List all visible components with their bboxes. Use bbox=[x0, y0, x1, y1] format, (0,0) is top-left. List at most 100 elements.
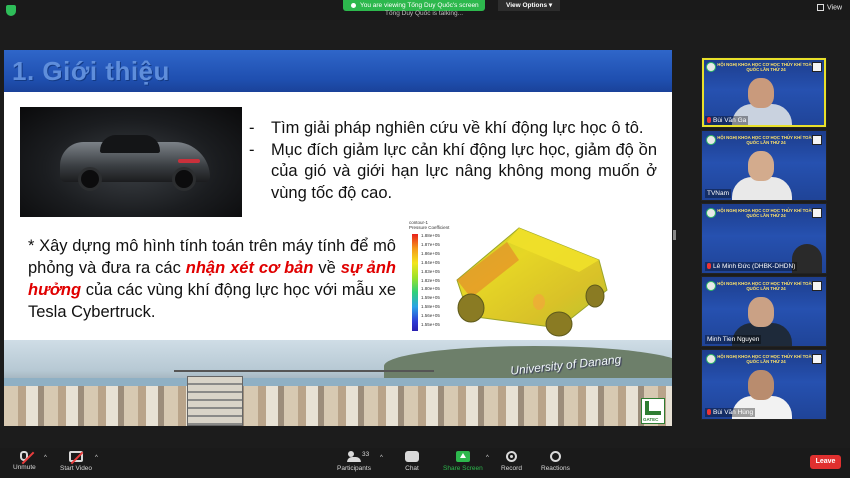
participant-name-text: Lê Minh Đức (DHBK-DHDN) bbox=[713, 263, 796, 270]
muted-mic-icon bbox=[707, 409, 711, 416]
record-icon bbox=[505, 451, 517, 462]
banner-text: HỘI NGHỊ KHOA HỌC CƠ HỌC THỦY KHÍ TOÀN Q… bbox=[717, 281, 815, 291]
participants-icon: 33 bbox=[346, 451, 369, 462]
participants-options-chevron-icon[interactable]: ^ bbox=[380, 455, 383, 461]
participant-head bbox=[748, 78, 774, 108]
conference-logo-icon bbox=[706, 281, 716, 291]
unmute-button[interactable]: Unmute bbox=[13, 451, 36, 471]
shared-screen-slide: 1. Giới thiệu - Tìm giải pháp nghiên cứu … bbox=[4, 50, 672, 426]
participant-tile[interactable]: HỘI NGHỊ KHOA HỌC CƠ HỌC THỦY KHÍ TOÀN Q… bbox=[701, 57, 827, 128]
university-logo-icon bbox=[812, 354, 822, 364]
participants-count: 33 bbox=[361, 451, 370, 458]
panel-resize-handle[interactable] bbox=[673, 230, 676, 240]
grid-view-icon bbox=[817, 4, 824, 11]
participant-head bbox=[748, 370, 774, 400]
security-shield-icon[interactable] bbox=[6, 5, 16, 16]
participant-tile[interactable]: HỘI NGHỊ KHOA HỌC CƠ HỌC THỦY KHÍ TOÀN Q… bbox=[701, 349, 827, 420]
bullet-item: - Mục đích giảm lực cản khí động lực học,… bbox=[249, 140, 657, 205]
view-button[interactable]: View bbox=[817, 4, 842, 11]
bullet-text: Tìm giải pháp nghiên cứu về khí động lực… bbox=[271, 119, 644, 137]
video-slash-icon bbox=[70, 451, 84, 465]
view-label: View bbox=[827, 4, 843, 12]
participants-label: Participants bbox=[337, 465, 371, 472]
start-video-label: Start Video bbox=[60, 465, 93, 472]
participant-head bbox=[748, 151, 774, 181]
participant-name: Lê Minh Đức (DHBK-DHDN) bbox=[705, 262, 798, 271]
audio-options-chevron-icon[interactable]: ^ bbox=[44, 455, 47, 461]
share-options-chevron-icon[interactable]: ^ bbox=[486, 455, 489, 461]
slide-header: 1. Giới thiệu bbox=[4, 50, 672, 92]
participant-name: Bùi Văn Hùng bbox=[705, 408, 756, 417]
participant-name: TVNam bbox=[705, 189, 732, 198]
participant-name-text: Minh Tien Nguyen bbox=[707, 336, 760, 343]
viewing-text: You are viewing Tống Duy Quốc's screen bbox=[360, 2, 479, 9]
participant-name-text: TVNam bbox=[707, 190, 730, 197]
bridge-shape bbox=[174, 370, 434, 372]
banner-text: HỘI NGHỊ KHOA HỌC CƠ HỌC THỦY KHÍ TOÀN Q… bbox=[717, 208, 815, 218]
chat-label: Chat bbox=[405, 465, 419, 472]
share-screen-label: Share Screen bbox=[443, 465, 483, 472]
banner-text: HỘI NGHỊ KHOA HỌC CƠ HỌC THỦY KHÍ TOÀN Q… bbox=[717, 62, 815, 72]
video-options-chevron-icon[interactable]: ^ bbox=[95, 455, 98, 461]
reactions-smiley-icon bbox=[549, 451, 561, 462]
share-screen-icon bbox=[455, 451, 470, 462]
car-photo bbox=[20, 107, 242, 217]
buildings-shape bbox=[4, 386, 672, 426]
zoom-meeting-window: You are viewing Tống Duy Quốc's screen V… bbox=[0, 0, 850, 478]
car-rear-wheel bbox=[172, 167, 196, 191]
participant-tile[interactable]: HỘI NGHỊ KHOA HỌC CƠ HỌC THỦY KHÍ TOÀN Q… bbox=[701, 203, 827, 274]
status-dot-icon bbox=[351, 2, 356, 8]
chat-button[interactable]: Chat bbox=[405, 451, 419, 472]
conference-logo-icon bbox=[706, 208, 716, 218]
gatec-logo-text: GATEC bbox=[643, 417, 659, 422]
participants-button[interactable]: 33 Participants bbox=[337, 451, 371, 472]
top-bar: You are viewing Tống Duy Quốc's screen V… bbox=[0, 0, 850, 20]
car-front-wheel bbox=[78, 167, 102, 191]
view-options-button[interactable]: View Options ▾ bbox=[498, 0, 561, 11]
record-label: Record bbox=[501, 465, 522, 472]
university-logo-icon bbox=[812, 281, 822, 291]
car-window-shape bbox=[100, 135, 160, 153]
bullet-item: - Tìm giải pháp nghiên cứu về khí động lự… bbox=[249, 118, 657, 140]
bullet-list: - Tìm giải pháp nghiên cứu về khí động lự… bbox=[249, 118, 657, 204]
conference-logo-icon bbox=[706, 354, 716, 364]
tower-building bbox=[187, 376, 243, 426]
view-options-label: View Options bbox=[506, 2, 548, 9]
reactions-label: Reactions bbox=[541, 465, 570, 472]
paragraph-text: của các vùng khí động lực học với mẫu xe… bbox=[28, 281, 396, 321]
city-panorama-footer: University of Danang bbox=[4, 340, 672, 426]
conference-logo-icon bbox=[706, 62, 716, 72]
microphone-muted-icon bbox=[20, 451, 35, 465]
record-button[interactable]: Record bbox=[501, 451, 522, 472]
gatec-logo: GATEC bbox=[641, 398, 665, 424]
muted-mic-icon bbox=[707, 263, 711, 270]
participant-name: Minh Tien Nguyen bbox=[705, 335, 762, 344]
participant-name: Bùi Văn Ga bbox=[705, 116, 749, 125]
cfd-pressure-contour: contour-1 Pressure Coefficient 1.88e+05 1… bbox=[409, 220, 614, 340]
bullet-text: Mục đích giảm lực cản khí động lực học, … bbox=[271, 140, 657, 202]
participant-video bbox=[730, 149, 794, 200]
unmute-label: Unmute bbox=[13, 464, 36, 471]
emphasis-text: nhận xét cơ bản bbox=[185, 259, 314, 277]
slide-title: 1. Giới thiệu bbox=[12, 56, 170, 86]
participant-head bbox=[748, 297, 774, 327]
banner-text: HỘI NGHỊ KHOA HỌC CƠ HỌC THỦY KHÍ TOÀN Q… bbox=[717, 354, 815, 364]
start-video-button[interactable]: Start Video bbox=[60, 451, 92, 472]
paragraph-text: về bbox=[313, 259, 341, 277]
share-screen-button[interactable]: Share Screen bbox=[443, 451, 483, 472]
car-tail-light bbox=[178, 159, 200, 163]
banner-text: HỘI NGHỊ KHOA HỌC CƠ HỌC THỦY KHÍ TOÀN Q… bbox=[717, 135, 815, 145]
bullet-marker: - bbox=[249, 140, 255, 159]
university-logo-icon bbox=[812, 135, 822, 145]
participant-tile[interactable]: HỘI NGHỊ KHOA HỌC CƠ HỌC THỦY KHÍ TOÀN Q… bbox=[701, 130, 827, 201]
meeting-toolbar: Unmute ^ Start Video ^ 33 Participants ^… bbox=[0, 448, 850, 478]
muted-mic-icon bbox=[707, 117, 711, 124]
cybertruck-contour-model bbox=[456, 227, 608, 337]
leave-button[interactable]: Leave bbox=[810, 455, 841, 469]
participant-name-text: Bùi Văn Ga bbox=[713, 117, 747, 124]
conference-logo-icon bbox=[706, 135, 716, 145]
chat-bubble-icon bbox=[405, 451, 419, 462]
participant-tile[interactable]: HỘI NGHỊ KHOA HỌC CƠ HỌC THỦY KHÍ TOÀN Q… bbox=[701, 276, 827, 347]
reactions-button[interactable]: Reactions bbox=[541, 451, 570, 472]
talking-indicator: Tống Duy Quốc is talking... bbox=[385, 10, 464, 17]
